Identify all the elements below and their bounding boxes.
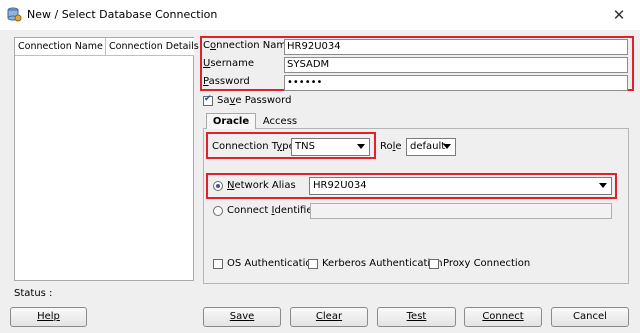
kerberos-authentication-checkbox[interactable] bbox=[308, 259, 318, 269]
test-button[interactable]: Test bbox=[377, 307, 456, 327]
column-header-connection-details[interactable]: Connection Details bbox=[106, 38, 199, 56]
role-label: Role bbox=[380, 141, 402, 152]
connections-table[interactable]: Connection Name Connection Details bbox=[14, 37, 199, 281]
tab-oracle[interactable]: Oracle bbox=[206, 113, 256, 129]
network-alias-dropdown[interactable]: HR92U034 bbox=[309, 177, 612, 195]
connection-name-field[interactable]: HR92U034 bbox=[284, 39, 628, 55]
database-icon bbox=[7, 7, 22, 22]
cancel-button-label: Cancel bbox=[573, 311, 607, 322]
connect-button[interactable]: Connect bbox=[464, 307, 542, 327]
connect-identifier-radio[interactable] bbox=[213, 206, 223, 216]
help-button-label: Help bbox=[37, 311, 60, 322]
clear-button[interactable]: Clear bbox=[290, 307, 368, 327]
clear-button-label: Clear bbox=[315, 311, 343, 322]
save-button-label: Save bbox=[229, 311, 255, 322]
network-alias-radio[interactable] bbox=[213, 181, 223, 191]
connection-type-label: Connection Type bbox=[212, 141, 295, 152]
connect-identifier-field[interactable] bbox=[310, 203, 612, 219]
password-field[interactable]: •••••• bbox=[284, 75, 628, 91]
network-alias-value: HR92U034 bbox=[313, 180, 367, 191]
window-title: New / Select Database Connection bbox=[27, 8, 218, 21]
tab-access[interactable]: Access bbox=[258, 114, 302, 130]
title-bar: New / Select Database Connection ✕ bbox=[0, 0, 640, 30]
chevron-down-icon bbox=[443, 144, 451, 149]
connection-type-dropdown[interactable]: TNS bbox=[291, 138, 370, 156]
save-button[interactable]: Save bbox=[203, 307, 281, 327]
username-label: Username bbox=[203, 58, 254, 69]
kerberos-authentication-label: Kerberos Authentication bbox=[322, 258, 443, 269]
save-password-checkbox[interactable] bbox=[203, 94, 213, 106]
chevron-down-icon bbox=[357, 144, 365, 149]
role-dropdown[interactable]: default bbox=[406, 138, 456, 156]
help-button[interactable]: Help bbox=[10, 307, 87, 327]
network-alias-label: Network Alias bbox=[227, 180, 296, 191]
password-label: Password bbox=[203, 76, 250, 87]
connection-type-value: TNS bbox=[295, 141, 315, 152]
os-authentication-label: OS Authentication bbox=[227, 258, 318, 269]
role-value: default bbox=[410, 141, 446, 152]
save-password-label: Save Password bbox=[217, 95, 292, 106]
os-authentication-checkbox[interactable] bbox=[213, 259, 223, 269]
proxy-connection-checkbox[interactable] bbox=[429, 259, 439, 269]
status-label: Status : bbox=[14, 288, 53, 299]
chevron-down-icon bbox=[599, 183, 607, 188]
connection-name-label: Connection Name bbox=[203, 40, 293, 51]
connect-button-label: Connect bbox=[482, 311, 524, 322]
username-field[interactable]: SYSADM bbox=[284, 57, 628, 73]
proxy-connection-label: Proxy Connection bbox=[443, 258, 531, 269]
column-header-connection-name[interactable]: Connection Name bbox=[15, 38, 106, 56]
connect-identifier-label: Connect Identifier bbox=[227, 205, 317, 216]
close-icon[interactable]: ✕ bbox=[609, 5, 629, 25]
cancel-button[interactable]: Cancel bbox=[551, 307, 629, 327]
test-button-label: Test bbox=[406, 311, 427, 322]
